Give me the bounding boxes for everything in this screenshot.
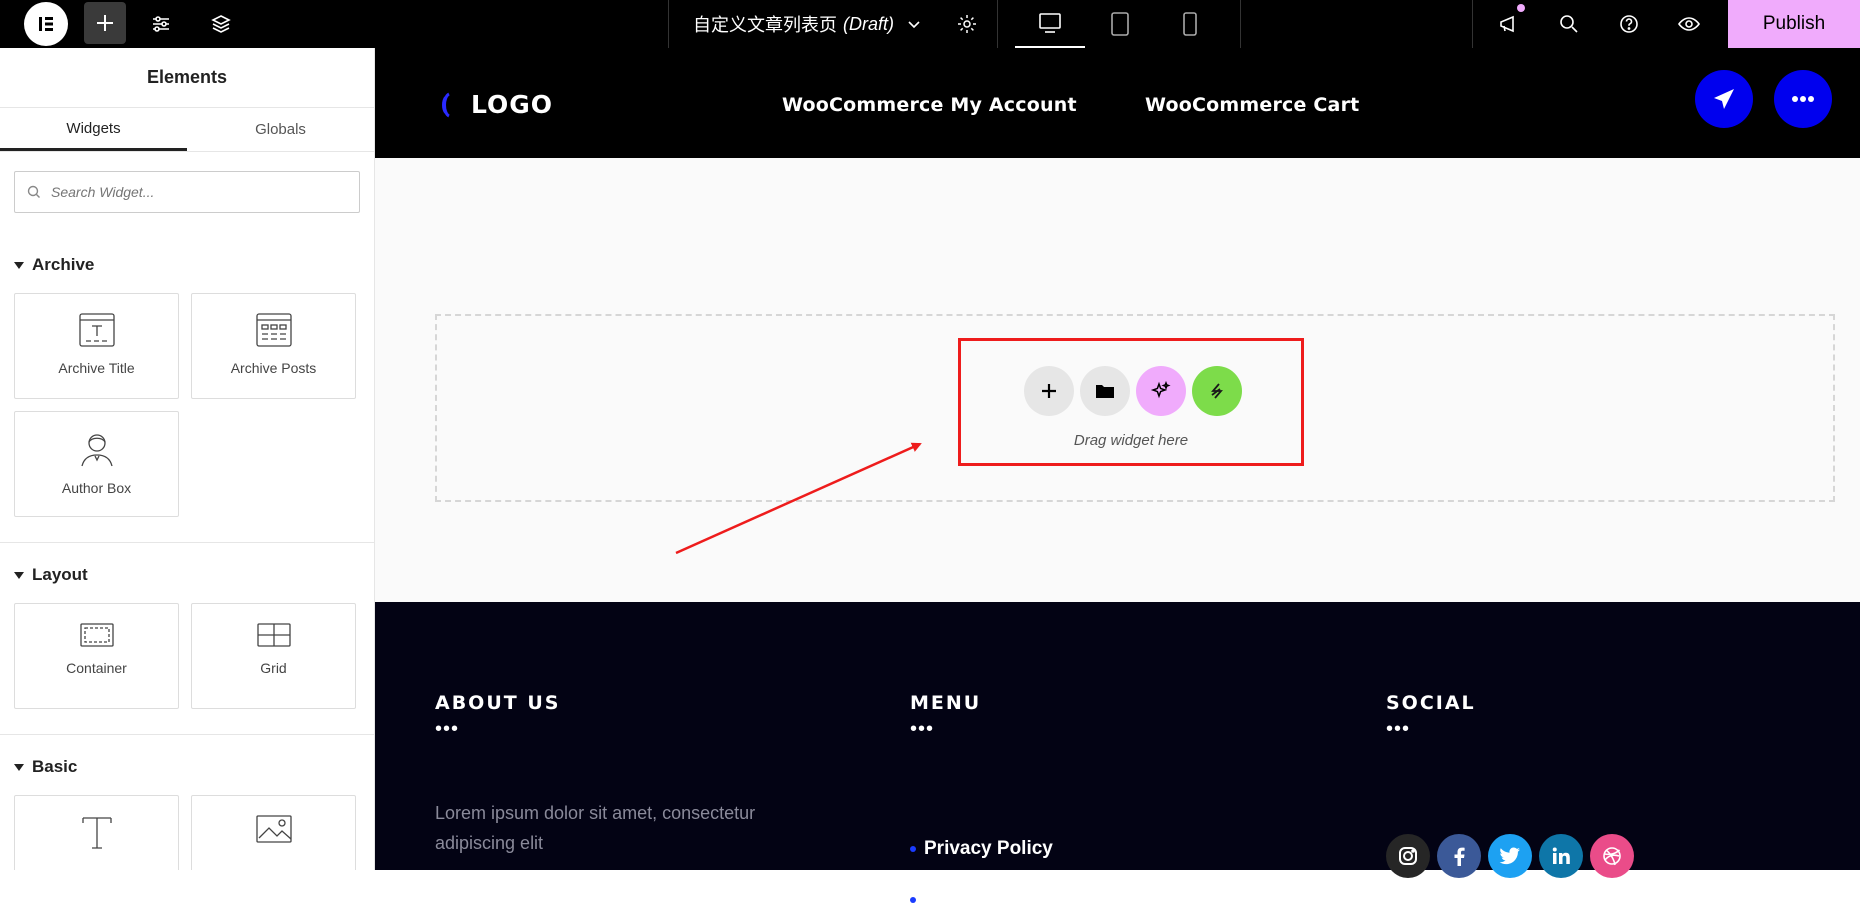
link-label: Terms of Use	[924, 889, 1043, 910]
sparkle-icon	[1150, 380, 1171, 399]
layout-widgets: Container Grid	[0, 603, 374, 709]
mobile-icon[interactable]	[1155, 0, 1225, 48]
search-input[interactable]	[51, 184, 331, 200]
logo-mark-icon	[442, 92, 450, 117]
link-label: Privacy Policy	[924, 838, 1053, 859]
category-label: Archive	[32, 255, 95, 274]
site-logo[interactable]: LOGO	[437, 90, 553, 119]
add-section-button[interactable]	[1024, 366, 1074, 416]
footer-link-privacy[interactable]: Privacy Policy	[910, 838, 1053, 860]
footer-heading-about: ABOUT US	[435, 692, 561, 714]
site-settings-icon[interactable]	[140, 0, 182, 48]
category-archive[interactable]: Archive	[0, 253, 374, 277]
nav-my-account[interactable]: WooCommerce My Account	[782, 94, 1077, 116]
widget-archive-title[interactable]: Archive Title	[14, 293, 179, 399]
panel-title: Elements	[0, 48, 374, 108]
category-layout[interactable]: Layout	[0, 563, 374, 587]
plus-icon	[1042, 384, 1056, 398]
bullet-icon	[910, 897, 916, 903]
document-title: 自定义文章列表页	[693, 15, 837, 35]
kit-button[interactable]	[1192, 366, 1242, 416]
dribbble-icon[interactable]	[1590, 834, 1634, 878]
widget-search	[14, 171, 360, 213]
category-label: Basic	[32, 757, 78, 776]
widget-archive-posts[interactable]: Archive Posts	[191, 293, 356, 399]
help-icon[interactable]	[1607, 0, 1651, 48]
archive-widgets: Archive Title Archive Posts Author Box	[0, 293, 374, 517]
panel-tabs: Widgets Globals	[0, 108, 374, 152]
heading-dots: •••	[1386, 718, 1411, 740]
facebook-icon[interactable]	[1437, 834, 1481, 878]
more-dots-icon	[1792, 96, 1814, 102]
layers-icon[interactable]	[200, 0, 242, 48]
archive-posts-icon	[255, 313, 292, 347]
desktop-icon[interactable]	[1015, 0, 1085, 48]
search-icon	[27, 185, 41, 199]
widget-grid[interactable]: Grid	[191, 603, 356, 709]
caret-down-icon	[14, 571, 24, 579]
site-header: LOGO WooCommerce My Account WooCommerce …	[375, 48, 1860, 158]
image-icon	[255, 815, 292, 843]
widget-label: Archive Posts	[230, 360, 317, 376]
category-basic[interactable]: Basic	[0, 755, 374, 779]
widget-label: Container	[66, 660, 127, 676]
document-status: (Draft)	[843, 13, 894, 34]
nav-cart[interactable]: WooCommerce Cart	[1145, 94, 1359, 116]
linkedin-icon[interactable]	[1539, 834, 1583, 878]
tab-widgets[interactable]: Widgets	[0, 108, 187, 151]
archive-title-icon	[78, 313, 115, 347]
heading-icon	[81, 817, 112, 849]
add-element-button[interactable]	[84, 2, 126, 44]
author-box-icon	[80, 434, 113, 467]
lightning-icon	[1211, 383, 1223, 399]
footer-link-terms[interactable]: Terms of Use	[910, 889, 1043, 911]
heading-dots: •••	[910, 718, 935, 740]
topbar-right-actions	[1472, 0, 1728, 48]
more-menu-button[interactable]	[1774, 70, 1832, 128]
widget-label: Grid	[260, 660, 287, 676]
twitter-icon[interactable]	[1488, 834, 1532, 878]
elementor-logo-icon[interactable]	[24, 2, 68, 46]
about-text: Lorem ipsum dolor sit amet, consectetur …	[435, 803, 756, 853]
search-icon[interactable]	[1547, 0, 1591, 48]
widget-label: Author Box	[61, 480, 132, 496]
folder-icon	[1096, 385, 1114, 398]
category-label: Layout	[32, 565, 88, 584]
social-icons	[1386, 834, 1634, 878]
widget-image[interactable]	[191, 795, 356, 870]
heading-dots: •••	[435, 718, 460, 740]
publish-button[interactable]: Publish	[1728, 0, 1860, 48]
basic-widgets	[0, 795, 374, 870]
logo-text: LOGO	[471, 90, 554, 119]
widget-author-box[interactable]: Author Box	[14, 411, 179, 517]
gear-icon[interactable]	[956, 13, 978, 35]
paper-plane-icon	[1714, 89, 1734, 109]
elements-panel: Elements Widgets Globals Archive Archive…	[0, 48, 375, 870]
send-button[interactable]	[1695, 70, 1753, 128]
bullet-icon	[910, 846, 916, 852]
grid-icon	[256, 623, 291, 647]
tab-globals[interactable]: Globals	[187, 108, 374, 151]
footer-heading-menu: MENU	[910, 692, 982, 714]
container-icon	[79, 623, 114, 647]
caret-down-icon	[14, 261, 24, 269]
footer-heading-social: SOCIAL	[1386, 692, 1476, 714]
chevron-down-icon	[906, 16, 922, 32]
instagram-icon[interactable]	[1386, 834, 1430, 878]
editor-topbar: 自定义文章列表页 (Draft) Publish	[0, 0, 1860, 48]
ai-button[interactable]	[1136, 366, 1186, 416]
notification-dot	[1517, 4, 1525, 12]
template-library-button[interactable]	[1080, 366, 1130, 416]
document-title-dropdown[interactable]: 自定义文章列表页 (Draft)	[668, 0, 998, 48]
dropzone-actions	[1024, 366, 1242, 416]
dropzone-hint: Drag widget here	[1073, 432, 1189, 449]
widget-container[interactable]: Container	[14, 603, 179, 709]
site-footer: ABOUT US ••• MENU ••• SOCIAL ••• Lorem i…	[375, 602, 1860, 910]
caret-down-icon	[14, 763, 24, 771]
eye-icon[interactable]	[1667, 0, 1711, 48]
device-switcher	[999, 0, 1241, 48]
widget-label: Archive Title	[58, 360, 135, 376]
tablet-icon[interactable]	[1085, 0, 1155, 48]
widget-heading[interactable]	[14, 795, 179, 870]
